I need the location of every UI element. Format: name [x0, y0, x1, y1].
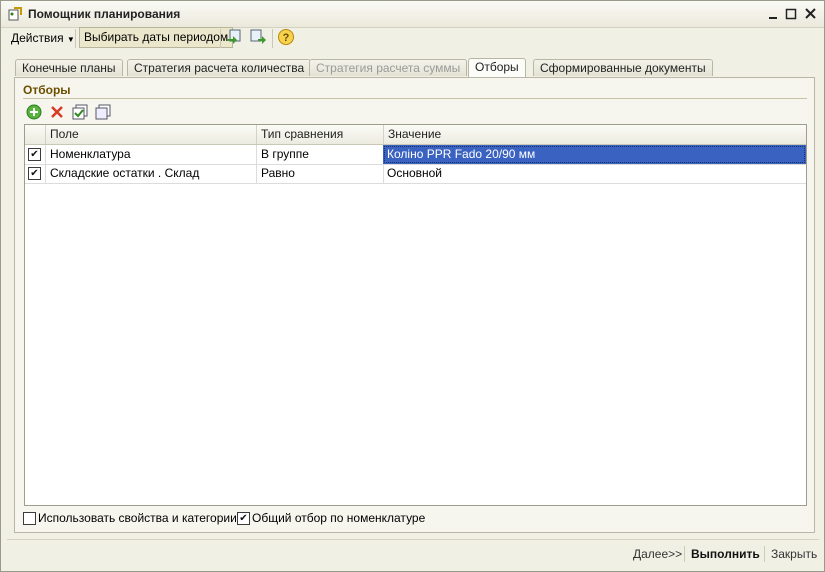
close-button[interactable] [802, 5, 820, 23]
filters-table: Поле Тип сравнения Значение ✔ Номенклату… [24, 124, 807, 506]
maximize-icon [785, 8, 797, 20]
toolbar: Действия ▼ Выбирать даты периодом ? [1, 27, 824, 51]
table-row[interactable]: ✔ Складские остатки . Склад Равно Основн… [25, 164, 806, 184]
row-check-cell: ✔ [25, 164, 46, 183]
toolbar-separator [272, 29, 273, 48]
common-filter-checkbox[interactable]: ✔ [237, 512, 250, 525]
row-checkbox[interactable]: ✔ [28, 167, 41, 180]
close-icon [805, 8, 816, 19]
window-title: Помощник планирования [28, 7, 181, 21]
value-cell[interactable]: Основной [383, 164, 806, 183]
filters-panel: Отборы Поле Тип сравнения Значение ✔ Ном… [14, 77, 815, 533]
field-cell[interactable]: Складские остатки . Склад [46, 164, 257, 183]
delete-icon[interactable] [49, 104, 65, 120]
select-period-button[interactable]: Выбирать даты периодом [79, 27, 234, 48]
tab-final-plans[interactable]: Конечные планы [15, 59, 123, 76]
next-button[interactable]: Далее>> [633, 546, 682, 562]
table-header: Поле Тип сравнения Значение [25, 125, 806, 145]
help-icon[interactable]: ? [277, 28, 295, 46]
close-dialog-button[interactable]: Закрыть [771, 546, 817, 562]
chevron-down-icon: ▼ [66, 35, 75, 44]
minimize-button[interactable] [764, 5, 782, 23]
table-row[interactable]: ✔ Номенклатура В группе Коліно PPR Fado … [25, 145, 806, 165]
header-field[interactable]: Поле [46, 125, 257, 144]
compare-cell[interactable]: В группе [257, 145, 384, 164]
title-bar: Помощник планирования [1, 1, 824, 28]
run-button[interactable]: Выполнить [691, 546, 760, 562]
planning-assistant-window: Помощник планирования Действия ▼ Выбират… [0, 0, 825, 572]
app-icon [8, 7, 22, 21]
actions-label: Действия [11, 31, 64, 45]
minimize-icon [769, 17, 777, 19]
svg-text:?: ? [283, 32, 290, 44]
actions-menu-button[interactable]: Действия ▼ [7, 28, 79, 48]
load-settings-icon[interactable] [225, 28, 243, 46]
toolbar-separator [75, 29, 76, 48]
toolbar-separator [220, 29, 221, 48]
use-properties-label: Использовать свойства и категории [38, 511, 237, 525]
tab-sum-strategy[interactable]: Стратегия расчета суммы [309, 59, 468, 76]
use-properties-checkbox[interactable] [23, 512, 36, 525]
tab-filters[interactable]: Отборы [468, 58, 526, 77]
tab-generated-documents[interactable]: Сформированные документы [533, 59, 713, 76]
header-value[interactable]: Значение [384, 125, 806, 144]
row-checkbox[interactable]: ✔ [28, 148, 41, 161]
row-check-cell: ✔ [25, 145, 46, 164]
compare-cell[interactable]: Равно [257, 164, 384, 183]
check-all-icon[interactable] [72, 104, 88, 120]
group-divider [23, 98, 807, 99]
filters-group-title: Отборы [23, 83, 71, 97]
maximize-button[interactable] [782, 5, 800, 23]
tab-quantity-strategy[interactable]: Стратегия расчета количества [127, 59, 312, 76]
field-cell[interactable]: Номенклатура [46, 145, 257, 164]
header-check-column [25, 125, 46, 144]
save-settings-icon[interactable] [249, 28, 267, 46]
footer-divider [7, 539, 819, 540]
footer-separator [764, 546, 765, 562]
value-cell[interactable]: Коліно PPR Fado 20/90 мм [383, 145, 806, 164]
header-compare-type[interactable]: Тип сравнения [257, 125, 384, 144]
common-filter-label: Общий отбор по номенклатуре [252, 511, 426, 525]
add-icon[interactable] [26, 104, 42, 120]
footer-separator [684, 546, 685, 562]
uncheck-all-icon[interactable] [95, 104, 111, 120]
